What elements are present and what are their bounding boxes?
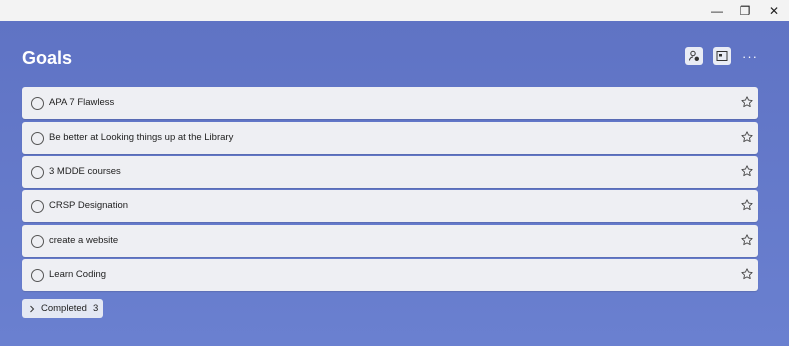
minimize-icon: — <box>711 3 723 18</box>
share-list-button[interactable] <box>685 47 703 65</box>
complete-task-checkbox[interactable] <box>31 269 44 282</box>
task-title[interactable]: 3 MDDE courses <box>49 166 121 177</box>
task-item[interactable]: CRSP Designation <box>22 190 758 222</box>
share-list-icon <box>689 50 699 61</box>
task-title[interactable]: Learn Coding <box>49 269 106 280</box>
star-outline-icon[interactable] <box>741 96 753 108</box>
complete-task-checkbox[interactable] <box>31 200 44 213</box>
complete-task-checkbox[interactable] <box>31 235 44 248</box>
completed-count: 3 <box>92 303 99 314</box>
complete-task-checkbox[interactable] <box>31 97 44 110</box>
task-item[interactable]: 3 MDDE courses <box>22 156 758 188</box>
more-options-icon: ··· <box>742 48 758 64</box>
complete-task-checkbox[interactable] <box>31 132 44 145</box>
star-outline-icon[interactable] <box>741 165 753 177</box>
minimize-button[interactable]: — <box>703 0 731 21</box>
restore-icon: ❐ <box>739 3 751 18</box>
task-title[interactable]: APA 7 Flawless <box>49 97 114 108</box>
completed-toggle-button[interactable]: Completed 3 <box>22 299 103 318</box>
chevron-right-icon <box>29 305 35 313</box>
page-title: Goals <box>22 48 73 68</box>
star-outline-icon[interactable] <box>741 268 753 280</box>
task-title[interactable]: create a website <box>49 235 118 246</box>
task-item[interactable]: Be better at Looking things up at the Li… <box>22 122 758 154</box>
task-title[interactable]: Be better at Looking things up at the Li… <box>49 132 233 143</box>
task-item[interactable]: create a website <box>22 225 758 257</box>
completed-label: Completed <box>41 303 87 314</box>
list-view: Goals ··· APA 7 Flawless Be better at Lo… <box>0 21 789 346</box>
task-item[interactable]: Learn Coding <box>22 259 758 291</box>
task-item[interactable]: APA 7 Flawless <box>22 87 758 119</box>
more-options-button[interactable]: ··· <box>741 47 759 65</box>
restore-button[interactable]: ❐ <box>731 0 759 21</box>
star-outline-icon[interactable] <box>741 199 753 211</box>
star-outline-icon[interactable] <box>741 234 753 246</box>
star-outline-icon[interactable] <box>741 131 753 143</box>
complete-task-checkbox[interactable] <box>31 166 44 179</box>
view-options-icon <box>716 51 728 61</box>
window-title-bar: — ❐ ✕ <box>0 0 789 21</box>
close-icon: ✕ <box>768 3 780 18</box>
view-options-button[interactable] <box>713 47 731 65</box>
close-button[interactable]: ✕ <box>760 0 788 21</box>
task-title[interactable]: CRSP Designation <box>49 200 128 211</box>
